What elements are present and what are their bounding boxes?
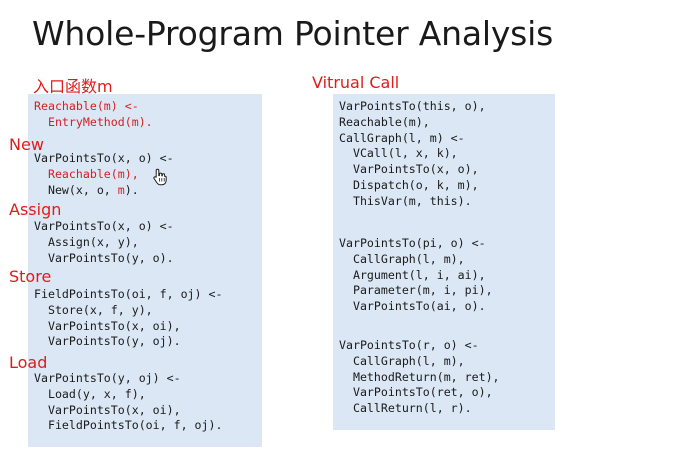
code-line: Load(y, x, f), (34, 386, 146, 401)
label-load: Load (9, 353, 48, 372)
code-line: VarPointsTo(x, o) <- (34, 151, 174, 165)
code-return-rule: VarPointsTo(r, o) <- CallGraph(l, m), Me… (339, 338, 500, 417)
code-line: Dispatch(o, k, m), (339, 177, 479, 192)
code-line: VarPointsTo(x, o), (339, 162, 479, 177)
code-line: MethodReturn(m, ret), (339, 369, 500, 384)
code-line: CallGraph(l, m) <- (339, 130, 465, 145)
code-line: VCall(l, x, k), (339, 146, 458, 161)
code-assign-rule: VarPointsTo(x, o) <- Assign(x, y), VarPo… (34, 219, 174, 266)
code-line: CallReturn(l, r). (339, 401, 472, 416)
code-line: Store(x, f, y), (34, 302, 153, 317)
code-line: New(x, o, (34, 182, 118, 197)
code-parameter-rule: VarPointsTo(pi, o) <- CallGraph(l, m), A… (339, 236, 493, 315)
code-line: VarPointsTo(y, oj). (34, 334, 181, 349)
code-line: VarPointsTo(this, o), (339, 99, 486, 113)
code-line: Assign(x, y), (34, 234, 139, 249)
code-line: VarPointsTo(ai, o). (339, 299, 486, 314)
code-line: Reachable(m) <- (34, 99, 139, 113)
code-line: VarPointsTo(r, o) <- (339, 338, 479, 352)
label-virtual-call: Vitrual Call (312, 73, 400, 92)
code-line: VarPointsTo(y, oj) <- (34, 371, 181, 385)
code-entry-rule: Reachable(m) <- EntryMethod(m). (34, 99, 153, 131)
label-entry-method: 入口函数m (33, 77, 113, 96)
label-assign: Assign (9, 200, 62, 219)
code-line: Argument(l, i, ai), (339, 267, 486, 282)
code-highlight-m: m (117, 182, 125, 197)
code-line: EntryMethod(m). (34, 114, 153, 129)
code-line: FieldPointsTo(oi, f, oj) <- (34, 287, 223, 301)
slide-title: Whole-Program Pointer Analysis (32, 14, 554, 53)
code-line: Reachable(m), (34, 166, 139, 181)
label-store: Store (9, 267, 52, 286)
code-load-rule: VarPointsTo(y, oj) <- Load(y, x, f), Var… (34, 371, 222, 434)
code-line-tail: ). (124, 182, 139, 197)
code-store-rule: FieldPointsTo(oi, f, oj) <- Store(x, f, … (34, 287, 222, 350)
code-line: Parameter(m, i, pi), (339, 283, 493, 298)
code-line: CallGraph(l, m), (339, 251, 465, 266)
code-line: VarPointsTo(ret, o), (339, 385, 493, 400)
code-line: CallGraph(l, m), (339, 353, 465, 368)
code-line: VarPointsTo(x, oi), (34, 402, 181, 417)
code-line: VarPointsTo(pi, o) <- (339, 236, 486, 250)
code-vcall-rule: VarPointsTo(this, o), Reachable(m), Call… (339, 99, 486, 210)
code-line: FieldPointsTo(oi, f, oj). (34, 418, 223, 433)
code-line: VarPointsTo(x, o) <- (34, 219, 174, 233)
hand-pointer-icon (153, 168, 167, 186)
code-line: VarPointsTo(y, o). (34, 250, 174, 265)
code-line: Reachable(m), (339, 114, 430, 129)
code-line: VarPointsTo(x, oi), (34, 318, 181, 333)
code-line: ThisVar(m, this). (339, 193, 472, 208)
